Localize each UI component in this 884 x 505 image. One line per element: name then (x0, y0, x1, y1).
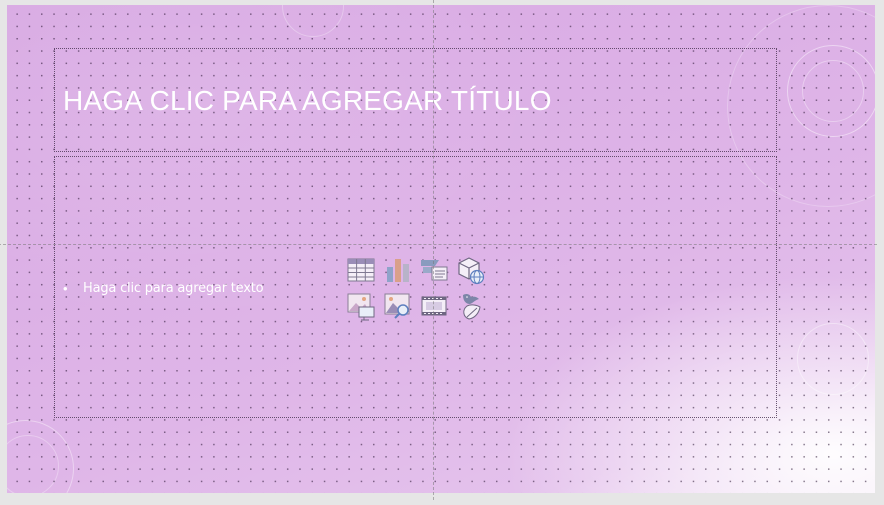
insert-video-icon[interactable] (419, 291, 449, 321)
decorative-circle (282, 5, 344, 37)
insert-icons-icon[interactable] (455, 291, 485, 321)
insert-smartart-icon[interactable] (419, 255, 449, 285)
insert-table-icon[interactable] (346, 255, 376, 285)
insert-online-picture-icon[interactable] (383, 291, 413, 321)
insert-content-icons (346, 255, 494, 327)
insert-3d-model-icon[interactable] (455, 255, 485, 285)
title-placeholder-text[interactable]: HAGA CLIC PARA AGREGAR TÍTULO (63, 85, 552, 117)
horizontal-guide[interactable] (0, 244, 877, 245)
insert-chart-icon[interactable] (383, 255, 413, 285)
bullet-marker: • (63, 281, 68, 296)
decorative-circle (797, 323, 869, 395)
content-placeholder[interactable]: • Haga clic para agregar texto (54, 156, 777, 418)
title-placeholder[interactable]: HAGA CLIC PARA AGREGAR TÍTULO (54, 48, 777, 152)
content-placeholder-text[interactable]: Haga clic para agregar texto (83, 281, 264, 296)
slide-canvas[interactable]: HAGA CLIC PARA AGREGAR TÍTULO • Haga cli… (7, 5, 875, 493)
insert-picture-icon[interactable] (346, 291, 376, 321)
vertical-guide[interactable] (433, 0, 434, 500)
